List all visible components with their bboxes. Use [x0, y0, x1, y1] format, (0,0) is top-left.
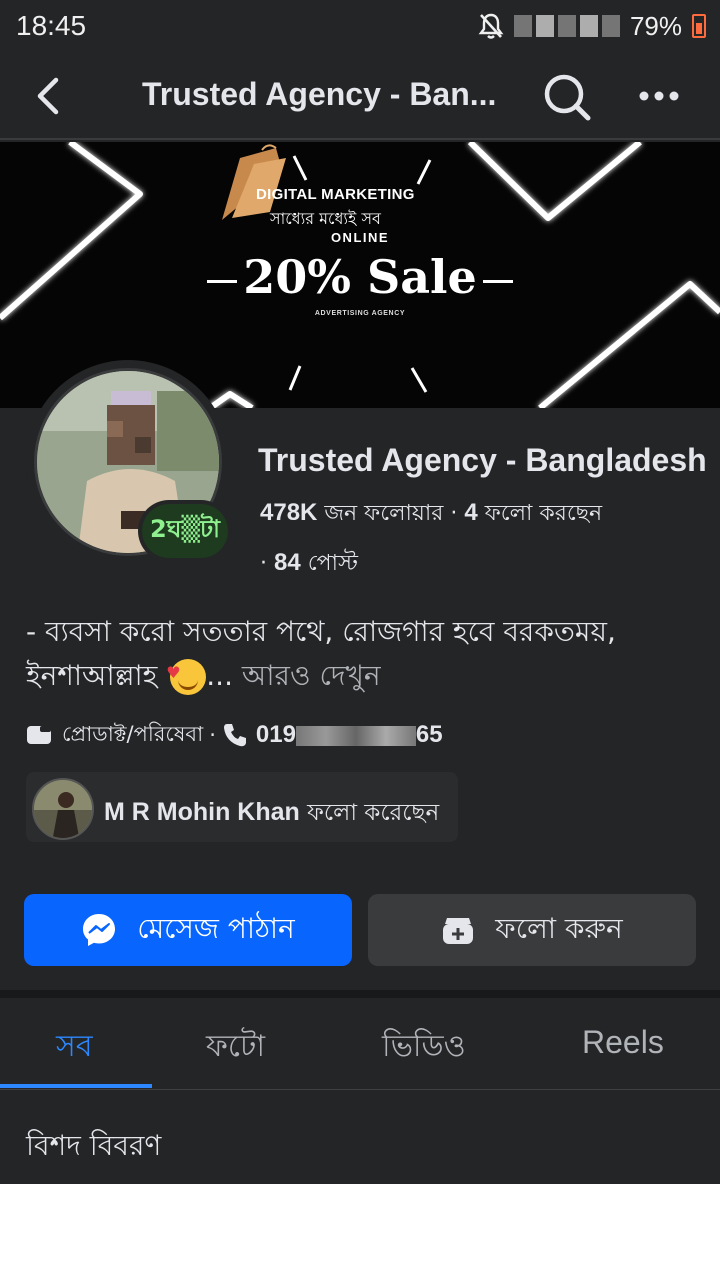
bio-ellipsis: ... — [206, 659, 233, 692]
signal-icons-blurred — [513, 15, 620, 37]
cover-brand-text: DIGITAL MARKETING — [256, 186, 415, 203]
search-icon[interactable] — [540, 70, 594, 124]
stats-separator: · — [260, 551, 267, 576]
mutual-follower-name[interactable]: M R Mohin Khan — [104, 798, 300, 826]
mutual-follower-action: ফলো করেছেন — [307, 800, 440, 826]
cover-sale-text: 20% Sale — [0, 250, 720, 304]
phone-icon — [223, 724, 246, 747]
phone-start: 019 — [255, 721, 296, 748]
tab-all[interactable]: সব — [56, 1022, 93, 1073]
followers-label[interactable]: জন ফলোয়ার — [324, 501, 443, 526]
follow-button[interactable]: ফলো করুন — [368, 894, 696, 966]
posts-count: 84 — [274, 549, 301, 576]
page-category: প্রোডাক্ট/পরিষেবা — [62, 721, 204, 746]
tab-reels[interactable]: Reels — [582, 1024, 664, 1061]
page-info-row: প্রোডাক্ট/পরিষেবা · 019 65 — [26, 718, 443, 752]
info-separator: · — [209, 723, 216, 747]
profile-tabs: সব ফটো ভিডিও Reels — [0, 998, 720, 1090]
follow-plus-icon — [443, 918, 474, 944]
phone-number[interactable]: 019 65 — [256, 721, 443, 749]
messenger-icon — [83, 914, 116, 946]
story-time-badge: 2ঘ▒টা — [142, 504, 228, 558]
header-title: Trusted Agency - Ban... — [142, 76, 497, 112]
page-stats-posts: · 84 পোস্ট — [260, 546, 358, 583]
message-button-label: মেসেজ পাঠান — [137, 911, 295, 945]
followers-count[interactable]: 478K — [260, 499, 317, 526]
phone-end: 65 — [415, 721, 443, 748]
message-button[interactable]: মেসেজ পাঠান — [24, 894, 352, 966]
following-label[interactable]: ফলো করছেন — [485, 501, 602, 526]
battery-icon — [692, 14, 706, 38]
active-tab-indicator — [0, 1084, 152, 1088]
cover-sale-label: 20% Sale — [243, 250, 477, 304]
details-section-title: বিশদ বিবরণ — [26, 1129, 162, 1162]
section-divider — [0, 990, 720, 998]
see-more-link[interactable]: আরও দেখুন — [242, 659, 381, 692]
folder-icon — [27, 726, 51, 744]
page-name: Trusted Agency - Bangladesh — [258, 442, 707, 478]
mutual-follower-text: M R Mohin Khan ফলো করেছেন — [104, 794, 439, 833]
status-time: 18:45 — [16, 10, 87, 41]
tab-photos[interactable]: ফটো — [206, 1022, 265, 1073]
page-header: Trusted Agency - Ban... — [0, 52, 720, 140]
follow-button-label: ফলো করুন — [495, 911, 623, 945]
bell-off-icon — [478, 13, 504, 39]
cover-tagline: সাধ্যের মধ্যেই সব — [270, 209, 381, 228]
page-stats: 478K জন ফলোয়ার · 4 ফলো করছেন — [260, 496, 602, 533]
phone-mask — [295, 725, 416, 746]
cover-agency-text: ADVERTISING AGENCY — [314, 310, 406, 317]
back-arrow-icon[interactable] — [30, 74, 70, 118]
status-bar: 18:45 79% — [0, 0, 720, 52]
page-screen: 18:45 79% Trusted Agency - Ban... DIGITA… — [0, 0, 720, 1184]
cover-online-text: ONLINE — [330, 230, 390, 245]
status-icons: 79% — [478, 10, 706, 42]
mutual-follower-avatar — [32, 778, 94, 840]
battery-percent: 79% — [629, 10, 682, 41]
following-count[interactable]: 4 — [464, 499, 477, 526]
page-bio: - ব্যবসা করো সততার পথে, রোজগার হবে বরকতম… — [26, 610, 706, 698]
smiling-hearts-emoji-icon — [166, 651, 207, 695]
posts-label: পোস্ট — [307, 551, 358, 576]
stats-separator: · — [450, 501, 458, 526]
more-icon[interactable] — [634, 76, 684, 116]
tab-videos[interactable]: ভিডিও — [382, 1022, 466, 1073]
